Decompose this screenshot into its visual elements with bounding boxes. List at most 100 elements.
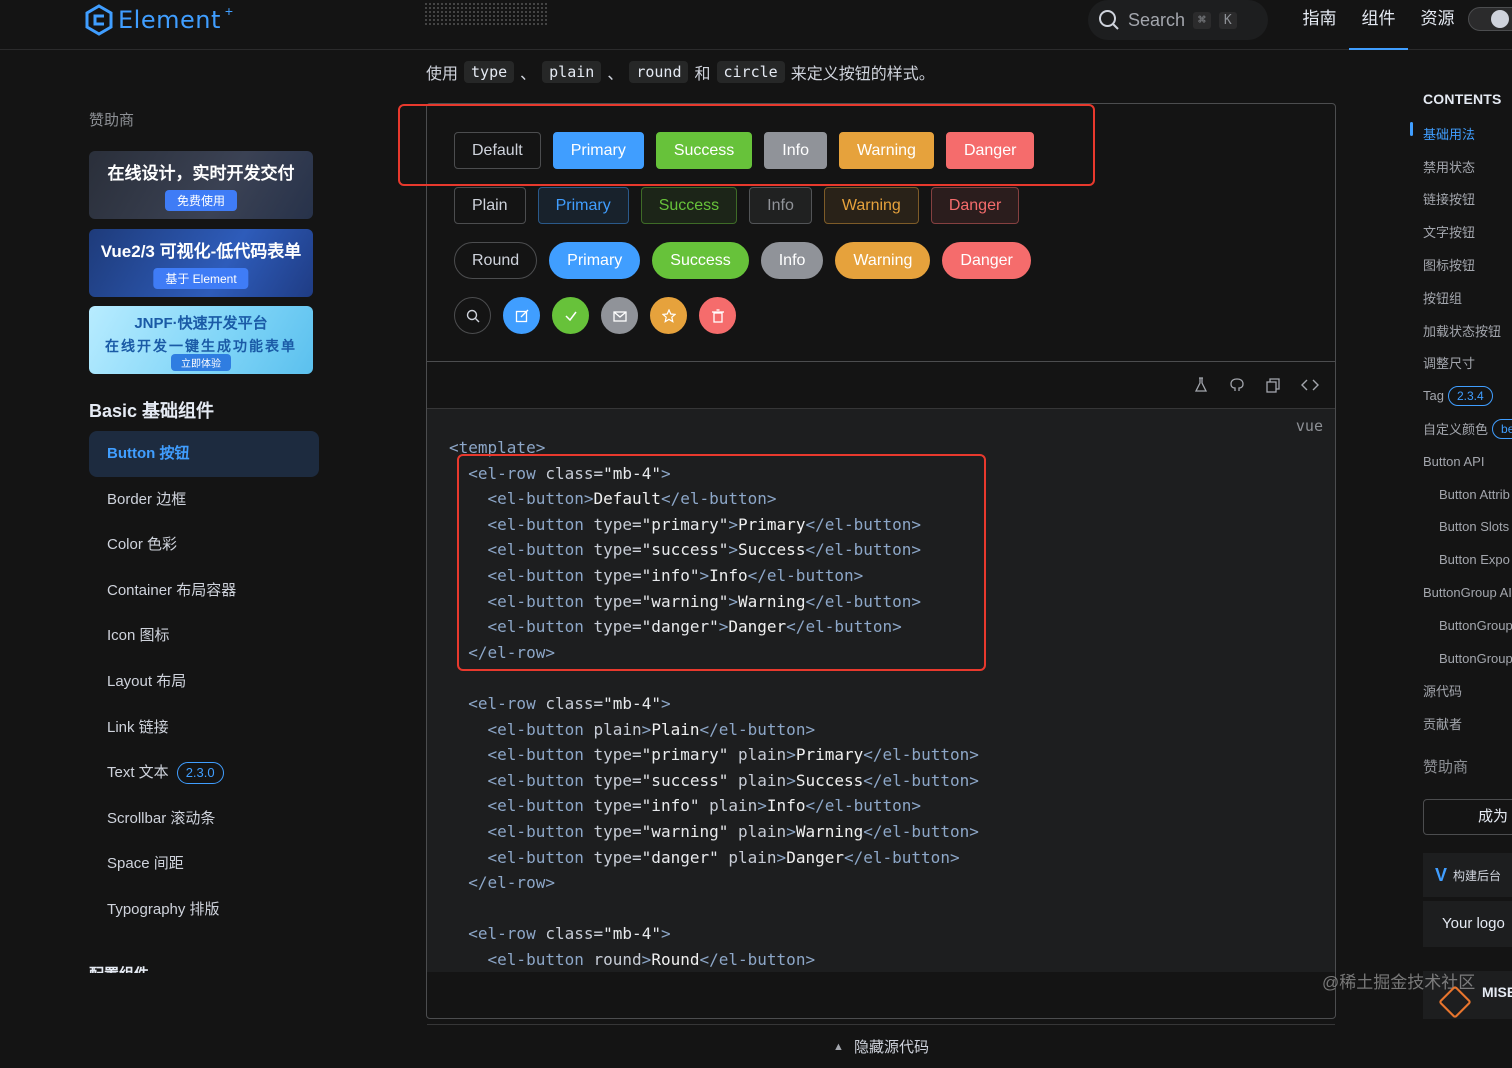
logo-text: Element bbox=[118, 6, 221, 34]
plain-danger-button[interactable]: Danger bbox=[930, 187, 1020, 224]
toc-label: Button Slots bbox=[1439, 519, 1510, 535]
intro-code-plain: plain bbox=[542, 61, 602, 83]
message-icon bbox=[612, 310, 627, 322]
sidebar-group-title: Basic 基础组件 bbox=[89, 401, 215, 421]
sidebar-item-typography[interactable]: Typography 排版 bbox=[89, 887, 319, 933]
toc-item[interactable]: ButtonGroup AI bbox=[1423, 576, 1512, 609]
mise-label: MISE bbox=[1482, 984, 1512, 1000]
delete-icon bbox=[711, 308, 724, 323]
toc-label: 加载状态按钮 bbox=[1423, 323, 1502, 339]
round-danger-button[interactable]: Danger bbox=[942, 242, 1031, 279]
plain-warning-button[interactable]: Warning bbox=[823, 187, 919, 224]
become-sponsor-button[interactable]: 成为 bbox=[1423, 799, 1512, 835]
toc-list: 基础用法 禁用状态 链接按钮 文字按钮 图标按钮 按钮组 加载状态按钮 调整尺寸… bbox=[1423, 117, 1512, 740]
highlight-box-code bbox=[457, 454, 986, 671]
toc-item[interactable]: 文字按钮 bbox=[1423, 215, 1512, 248]
toc-item[interactable]: ButtonGroup bbox=[1423, 609, 1512, 642]
sidebar-next-group: 配置组件 bbox=[89, 963, 149, 973]
toc-item[interactable]: 图标按钮 bbox=[1423, 248, 1512, 281]
version-tag: 2.3.4 bbox=[1447, 385, 1493, 406]
search-button[interactable]: Search ⌘ K bbox=[1088, 0, 1268, 40]
ad-title: JNPF·快速开发平台 bbox=[134, 315, 268, 332]
sidebar-item-layout[interactable]: Layout 布局 bbox=[89, 659, 319, 705]
sponsor-ad-3[interactable]: JNPF·快速开发平台 在线开发一键生成功能表单 立即体验 bbox=[89, 306, 313, 374]
toc-item[interactable]: 贡献者 bbox=[1423, 707, 1512, 740]
sidebar-item-label: Button 按钮 bbox=[107, 445, 190, 462]
intro-and: 和 bbox=[694, 66, 711, 83]
plain-button[interactable]: Plain bbox=[454, 187, 526, 224]
sidebar-item-container[interactable]: Container 布局容器 bbox=[89, 568, 319, 614]
search-kbd-cmd: ⌘ bbox=[1193, 11, 1211, 29]
round-warning-button[interactable]: Warning bbox=[835, 242, 931, 279]
playground-icon[interactable] bbox=[1193, 377, 1209, 393]
vue-logo-icon: V bbox=[1435, 864, 1448, 885]
round-info-button[interactable]: Info bbox=[760, 242, 824, 279]
toc-item[interactable]: 源代码 bbox=[1423, 675, 1512, 708]
sidebar-item-link[interactable]: Link 链接 bbox=[89, 705, 319, 751]
toc-item[interactable]: 基础用法 bbox=[1423, 117, 1512, 150]
toc-item[interactable]: 自定义颜色 be bbox=[1423, 412, 1512, 445]
hide-source-button[interactable]: ▲ 隐藏源代码 bbox=[427, 1024, 1335, 1068]
button-row-round: Round Primary Success Info Warning Dange… bbox=[454, 242, 1031, 279]
circle-search-button[interactable] bbox=[454, 297, 491, 334]
sidebar-item-border[interactable]: Border 边框 bbox=[89, 477, 319, 523]
ad-badge: 基于 Element bbox=[153, 268, 249, 289]
toc-sponsor-title: 赞助商 bbox=[1423, 759, 1469, 776]
toc-item[interactable]: Button API bbox=[1423, 445, 1512, 478]
table-of-contents: CONTENTS 基础用法 禁用状态 链接按钮 文字按钮 图标按钮 按钮组 加载… bbox=[1410, 51, 1512, 1019]
toc-item[interactable]: Button Attrib bbox=[1423, 478, 1512, 511]
sidebar-item-color[interactable]: Color 色彩 bbox=[89, 522, 319, 568]
sponsor-ad-1[interactable]: 在线设计，实时开发交付 免费使用 bbox=[89, 151, 313, 219]
element-logo[interactable]: Element + bbox=[84, 3, 233, 37]
round-success-button[interactable]: Success bbox=[652, 242, 749, 279]
intro-sep: 、 bbox=[520, 66, 537, 83]
toc-item[interactable]: ButtonGroup bbox=[1423, 642, 1512, 675]
circle-edit-button[interactable] bbox=[503, 297, 540, 334]
nav-resources[interactable]: 资源 bbox=[1408, 0, 1467, 50]
circle-star-button[interactable] bbox=[650, 297, 687, 334]
code-language: vue bbox=[1295, 417, 1323, 435]
toc-item[interactable]: 加载状态按钮 bbox=[1423, 314, 1512, 347]
toc-item[interactable]: 禁用状态 bbox=[1423, 150, 1512, 183]
round-primary-button[interactable]: Primary bbox=[549, 242, 641, 279]
toc-item[interactable]: 链接按钮 bbox=[1423, 183, 1512, 216]
toc-item[interactable]: Button Slots bbox=[1423, 511, 1512, 544]
sidebar-item-icon[interactable]: Icon 图标 bbox=[89, 613, 319, 659]
intro-prefix: 使用 bbox=[426, 66, 459, 83]
search-icon bbox=[466, 309, 479, 322]
demo-toolbar bbox=[427, 362, 1335, 408]
sidebar-item-label: Border 边框 bbox=[107, 490, 187, 508]
github-icon[interactable] bbox=[1229, 377, 1245, 393]
plain-success-button[interactable]: Success bbox=[640, 187, 738, 224]
sidebar-item-label: Scrollbar 滚动条 bbox=[107, 809, 216, 827]
toc-sponsor-ad[interactable]: V 构建后台 bbox=[1423, 853, 1512, 897]
toc-item[interactable]: Tag 2.3.4 bbox=[1423, 379, 1512, 412]
hide-source-label: 隐藏源代码 bbox=[853, 1039, 929, 1056]
toc-item[interactable]: 按钮组 bbox=[1423, 281, 1512, 314]
sidebar-item-space[interactable]: Space 间距 bbox=[89, 841, 319, 887]
nav-components[interactable]: 组件 bbox=[1349, 0, 1408, 50]
toc-item[interactable]: 调整尺寸 bbox=[1423, 347, 1512, 380]
sponsor-ad-2[interactable]: Vue2/3 可视化-低代码表单 基于 Element bbox=[89, 229, 313, 297]
nav-guide[interactable]: 指南 bbox=[1290, 0, 1349, 50]
sidebar-item-scrollbar[interactable]: Scrollbar 滚动条 bbox=[89, 796, 319, 842]
sidebar-item-text[interactable]: Text 文本 2.3.0 bbox=[89, 750, 319, 796]
circle-delete-button[interactable] bbox=[699, 297, 736, 334]
theme-toggle[interactable] bbox=[1468, 7, 1512, 31]
sidebar-item-button[interactable]: Button 按钮 bbox=[89, 431, 319, 477]
code-toggle-icon[interactable] bbox=[1301, 377, 1319, 393]
toc-label: 贡献者 bbox=[1423, 717, 1463, 733]
circle-message-button[interactable] bbox=[601, 297, 638, 334]
toc-label: ButtonGroup AI bbox=[1423, 585, 1512, 601]
copy-icon[interactable] bbox=[1265, 377, 1281, 393]
plain-info-button[interactable]: Info bbox=[749, 187, 812, 224]
round-button[interactable]: Round bbox=[454, 242, 538, 279]
toc-label: Button Attrib bbox=[1439, 486, 1510, 502]
toc-label: 文字按钮 bbox=[1423, 225, 1476, 241]
toc-label: 图标按钮 bbox=[1423, 258, 1476, 274]
your-logo-slot[interactable]: Your logo bbox=[1423, 901, 1512, 947]
circle-check-button[interactable] bbox=[552, 297, 589, 334]
toc-item[interactable]: Button Expo bbox=[1423, 543, 1512, 576]
plain-primary-button[interactable]: Primary bbox=[537, 187, 629, 224]
toc-label: 基础用法 bbox=[1423, 126, 1476, 142]
